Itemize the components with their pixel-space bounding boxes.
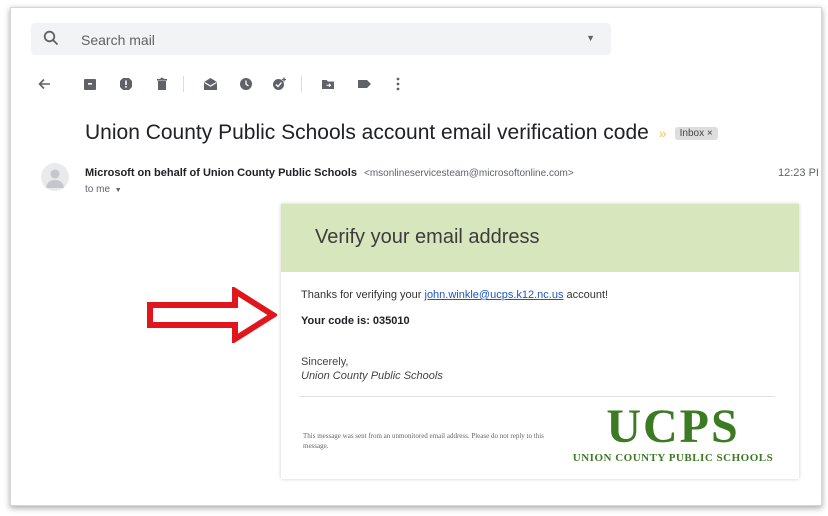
labels-icon[interactable] xyxy=(355,75,373,93)
add-to-tasks-icon[interactable] xyxy=(271,75,289,93)
delete-icon[interactable] xyxy=(153,75,171,93)
logo-tagline: UNION COUNTY PUBLIC SCHOOLS xyxy=(572,452,774,464)
logo-wordmark: UCPS xyxy=(606,400,740,453)
toolbar xyxy=(35,72,795,98)
verify-heading: Verify your email address xyxy=(315,226,540,248)
snooze-icon[interactable] xyxy=(237,75,255,93)
account-email-link[interactable]: john.winkle@ucps.k12.nc.us xyxy=(425,289,564,301)
thanks-line: Thanks for verifying your john.winkle@uc… xyxy=(301,289,608,301)
divider xyxy=(299,396,775,397)
email-subject: Union County Public Schools account emai… xyxy=(85,121,649,144)
subject-row: Union County Public Schools account emai… xyxy=(85,118,718,148)
chevron-down-icon[interactable]: ▼ xyxy=(115,187,122,194)
search-options-icon[interactable]: ▼ xyxy=(586,33,595,43)
recipient-label: to me xyxy=(85,184,111,195)
sign-off: Sincerely, xyxy=(301,356,349,368)
email-header-banner: Verify your email address xyxy=(281,204,799,272)
email-body-card: Verify your email address Thanks for ver… xyxy=(281,204,799,479)
verification-code: Your code is: 035010 xyxy=(301,315,410,327)
toolbar-divider xyxy=(301,76,302,92)
search-icon[interactable] xyxy=(43,30,59,51)
back-icon[interactable] xyxy=(35,75,53,93)
red-arrow-annotation xyxy=(147,287,277,343)
signature-org: Union County Public Schools xyxy=(301,370,443,382)
received-time: 12:23 PI xyxy=(778,167,819,179)
sender-line: Microsoft on behalf of Union County Publ… xyxy=(85,167,574,179)
search-input[interactable] xyxy=(79,29,563,51)
archive-icon[interactable] xyxy=(81,75,99,93)
sender-name: Microsoft on behalf of Union County Publ… xyxy=(85,167,357,179)
toolbar-divider xyxy=(183,76,184,92)
avatar xyxy=(41,163,69,191)
ucps-logo: UCPS UNION COUNTY PUBLIC SCHOOLS xyxy=(568,400,778,465)
remove-label-icon[interactable]: × xyxy=(707,128,713,139)
report-spam-icon[interactable] xyxy=(117,75,135,93)
thanks-prefix: Thanks for verifying your xyxy=(301,289,425,301)
inbox-label-text: Inbox xyxy=(679,127,705,139)
thanks-suffix: account! xyxy=(563,289,609,301)
search-bar[interactable]: ▼ xyxy=(31,23,611,55)
gmail-window: ▼ xyxy=(10,7,822,506)
important-marker-icon[interactable]: » xyxy=(659,125,667,141)
move-to-icon[interactable] xyxy=(319,75,337,93)
mark-unread-icon[interactable] xyxy=(201,75,219,93)
more-icon[interactable] xyxy=(389,75,407,93)
sender-email: <msonlineservicesteam@microsoftonline.co… xyxy=(364,168,574,179)
footer-disclaimer: This message was sent from an unmonitore… xyxy=(303,432,544,450)
inbox-label-badge[interactable]: Inbox × xyxy=(674,126,718,140)
recipient-dropdown[interactable]: to me ▼ xyxy=(85,184,122,195)
